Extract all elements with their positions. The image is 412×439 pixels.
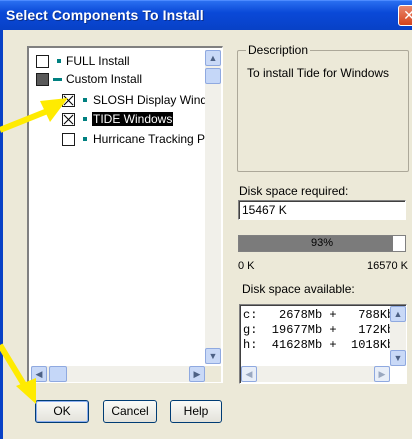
chevron-up-icon: ▲	[393, 309, 403, 319]
tree-item-tide-windows[interactable]: TIDE Windows	[33, 110, 222, 128]
chevron-down-icon: ▼	[393, 353, 403, 363]
tree-item-label: FULL Install	[66, 54, 130, 68]
scroll-left-button[interactable]: ◀	[31, 366, 47, 382]
disk-available-label: Disk space available:	[242, 282, 355, 296]
node-bullet-icon	[83, 98, 87, 102]
scroll-thumb[interactable]	[205, 68, 221, 84]
disk-required-label: Disk space required:	[239, 184, 349, 198]
scroll-right-button[interactable]: ▶	[374, 366, 390, 382]
progress-percent: 93%	[310, 237, 334, 249]
progress-min-label: 0 K	[238, 260, 255, 272]
checkbox-checked-icon[interactable]	[62, 113, 75, 126]
help-button[interactable]: Help	[170, 400, 222, 423]
tree-item-custom-install[interactable]: Custom Install	[33, 70, 203, 88]
tree-item-full-install[interactable]: FULL Install	[33, 52, 203, 70]
close-button[interactable]: ✕	[398, 5, 412, 26]
disk-list-vertical-scrollbar[interactable]: ▲ ▼	[390, 306, 406, 366]
disk-available-list[interactable]: c: 2678Mb + 788Kb g: 19677Mb + 172Kb h: …	[239, 304, 407, 384]
chevron-right-icon: ▶	[193, 369, 201, 379]
disk-usage-progress-bar: 93%	[238, 235, 406, 252]
scroll-down-button[interactable]: ▼	[390, 350, 406, 366]
description-group: Description To install Tide for Windows	[237, 43, 409, 172]
scroll-left-button[interactable]: ◀	[241, 366, 257, 382]
scroll-up-button[interactable]: ▲	[205, 50, 221, 66]
chevron-left-icon: ◀	[35, 369, 43, 379]
scroll-thumb[interactable]	[49, 366, 67, 382]
ok-button[interactable]: OK	[35, 400, 89, 423]
tree-item-hurricane-tracking[interactable]: Hurricane Tracking Pr	[33, 130, 222, 148]
tree-item-slosh-display[interactable]: SLOSH Display Windc	[33, 91, 222, 109]
disk-line: h: 41628Mb + 1018Kb	[243, 338, 395, 352]
disk-required-field: 15467 K	[238, 200, 406, 220]
scroll-down-button[interactable]: ▼	[205, 348, 221, 364]
chevron-down-icon: ▼	[208, 351, 218, 361]
chevron-right-icon: ▶	[378, 369, 386, 379]
tree-item-label: Custom Install	[66, 72, 143, 86]
disk-list-horizontal-scrollbar[interactable]: ◀ ▶	[241, 366, 390, 382]
window-title: Select Components To Install	[6, 7, 204, 23]
chevron-left-icon: ◀	[245, 369, 253, 379]
description-text: To install Tide for Windows	[247, 66, 390, 80]
tree-horizontal-scrollbar[interactable]: ◀ ▶	[31, 366, 205, 382]
disk-required-value: 15467 K	[242, 203, 287, 217]
components-tree[interactable]: FULL Install Custom Install SLOSH Displa…	[27, 46, 223, 383]
checkbox-empty-icon[interactable]	[36, 55, 49, 68]
tree-item-label: SLOSH Display Windc	[93, 93, 214, 107]
tree-item-label: Hurricane Tracking Pr	[93, 132, 210, 146]
scroll-up-button[interactable]: ▲	[390, 306, 406, 322]
node-bullet-icon	[83, 117, 87, 121]
disk-line: g: 19677Mb + 172Kb	[243, 323, 395, 337]
disk-line: c: 2678Mb + 788Kb	[243, 308, 395, 322]
tree-vertical-scrollbar[interactable]: ▲ ▼	[205, 50, 221, 364]
checkbox-partial-icon[interactable]	[36, 73, 49, 86]
node-dash-icon	[53, 78, 62, 81]
scroll-right-button[interactable]: ▶	[189, 366, 205, 382]
checkbox-checked-icon[interactable]	[62, 94, 75, 107]
title-bar: Select Components To Install ✕	[0, 0, 412, 30]
progress-max-label: 16570 K	[367, 260, 408, 272]
close-icon: ✕	[403, 7, 412, 23]
tree-item-label-selected: TIDE Windows	[92, 112, 174, 126]
description-legend: Description	[246, 43, 311, 57]
node-bullet-icon	[57, 59, 61, 63]
node-bullet-icon	[83, 137, 87, 141]
chevron-up-icon: ▲	[208, 53, 218, 63]
cancel-button[interactable]: Cancel	[103, 400, 157, 423]
checkbox-empty-icon[interactable]	[62, 133, 75, 146]
scrollbar-corner	[205, 366, 221, 382]
